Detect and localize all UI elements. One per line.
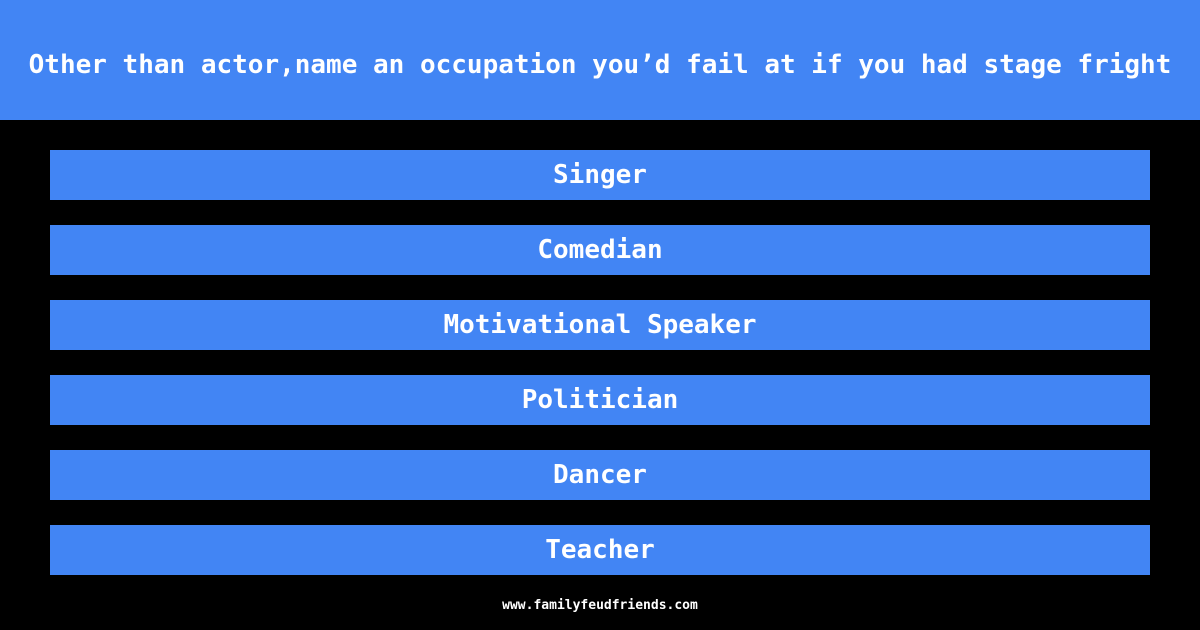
answer-label: Singer	[553, 160, 647, 190]
answer-item: Teacher	[50, 525, 1150, 575]
answer-label: Dancer	[553, 460, 647, 490]
answer-item: Motivational Speaker	[50, 300, 1150, 350]
answer-label: Teacher	[545, 535, 655, 565]
answer-item: Comedian	[50, 225, 1150, 275]
answer-label: Motivational Speaker	[443, 310, 757, 340]
question-text: Other than actor,name an occupation you’…	[28, 50, 1172, 80]
answer-label: Comedian	[537, 235, 663, 265]
question-banner: Other than actor,name an occupation you’…	[0, 0, 1200, 120]
answer-label: Politician	[521, 385, 679, 415]
answer-item: Dancer	[50, 450, 1150, 500]
site-url: www.familyfeudfriends.com	[502, 598, 698, 613]
answer-item: Politician	[50, 375, 1150, 425]
answer-list: Singer Comedian Motivational Speaker Pol…	[50, 150, 1150, 600]
answer-item: Singer	[50, 150, 1150, 200]
